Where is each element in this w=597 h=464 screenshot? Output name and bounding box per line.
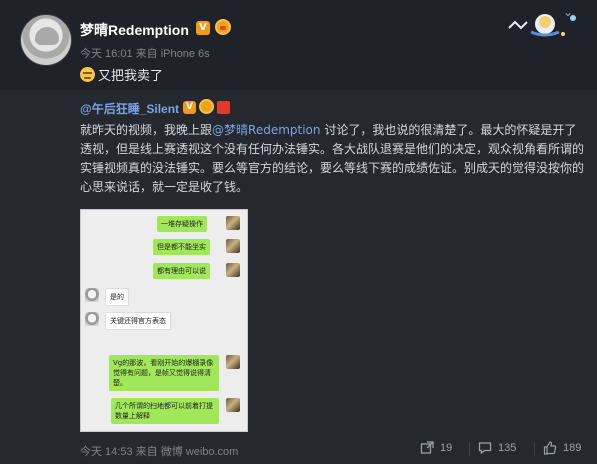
like-icon	[543, 441, 557, 455]
repost-meta: 今天 14:53 来自 微博 weibo.com	[80, 446, 239, 458]
chat-avatar	[85, 312, 99, 326]
repost-action[interactable]: 19	[420, 441, 452, 455]
chat-avatar	[226, 263, 240, 277]
mention-link[interactable]: @梦晴Redemption	[212, 123, 320, 137]
action-divider	[534, 442, 535, 456]
member-crown-icon	[215, 19, 231, 35]
member-crown-icon	[199, 99, 214, 114]
post-text: 又把我卖了	[80, 65, 163, 84]
chat-avatar	[226, 398, 240, 412]
weibo-post-header: 梦晴Redemption V ⌄ 今天 16:01 来自 iPhone 6s 又…	[0, 0, 597, 90]
quoted-repost: @午后狂睡_Silent V 就昨天的视频，我晚上跟@梦晴Redemption …	[0, 90, 597, 464]
chat-avatar	[226, 239, 240, 253]
chat-message: 是的	[105, 288, 129, 306]
verified-v-badge-icon: V	[196, 21, 210, 35]
like-action[interactable]: 189	[543, 441, 581, 455]
chat-message: 几个所谓的扫地都可以前着打提数量上解释	[111, 398, 219, 424]
chat-message: 关键还得官方表态	[105, 312, 171, 330]
comment-action[interactable]: 135	[478, 441, 516, 455]
comment-count: 135	[498, 442, 517, 454]
chat-message: 都有理由可以说	[153, 263, 210, 279]
comment-icon	[478, 442, 492, 455]
post-meta: 今天 16:01 来自 iPhone 6s	[80, 48, 210, 60]
repost-icon	[420, 441, 434, 454]
doge-emoji-icon	[80, 67, 95, 82]
chat-message: 一堆存疑操作	[157, 216, 207, 232]
chat-message: Vg的那波，看刚开始的爆棚录像觉得有问题，是帧又觉得说得清楚。	[109, 355, 219, 391]
red-envelope-icon	[217, 101, 230, 114]
post-text-content: 又把我卖了	[98, 69, 164, 84]
chat-screenshot-image[interactable]: 一堆存疑操作 但是都不能坐实 都有理由可以说 是的 关键还得官方表态 Vg的那波…	[80, 209, 248, 432]
repost-body-start: 就昨天的视频，我晚上跟	[80, 123, 213, 137]
chat-avatar	[226, 355, 240, 369]
chat-avatar	[85, 288, 99, 302]
action-divider	[469, 442, 470, 456]
repost-username[interactable]: @午后狂睡_Silent	[80, 100, 179, 117]
post-username[interactable]: 梦晴Redemption	[80, 20, 189, 40]
repost-count: 19	[440, 442, 453, 454]
chat-avatar	[226, 216, 240, 230]
chevron-down-icon[interactable]: ⌄	[563, 5, 573, 19]
repost-body: 就昨天的视频，我晚上跟@梦晴Redemption 讨论了，我也说的很清楚了。最大…	[80, 121, 585, 197]
like-count: 189	[563, 442, 582, 454]
chat-message: 但是都不能坐实	[153, 239, 210, 255]
verified-v-badge-icon: V	[183, 101, 196, 114]
user-avatar[interactable]	[20, 14, 72, 66]
